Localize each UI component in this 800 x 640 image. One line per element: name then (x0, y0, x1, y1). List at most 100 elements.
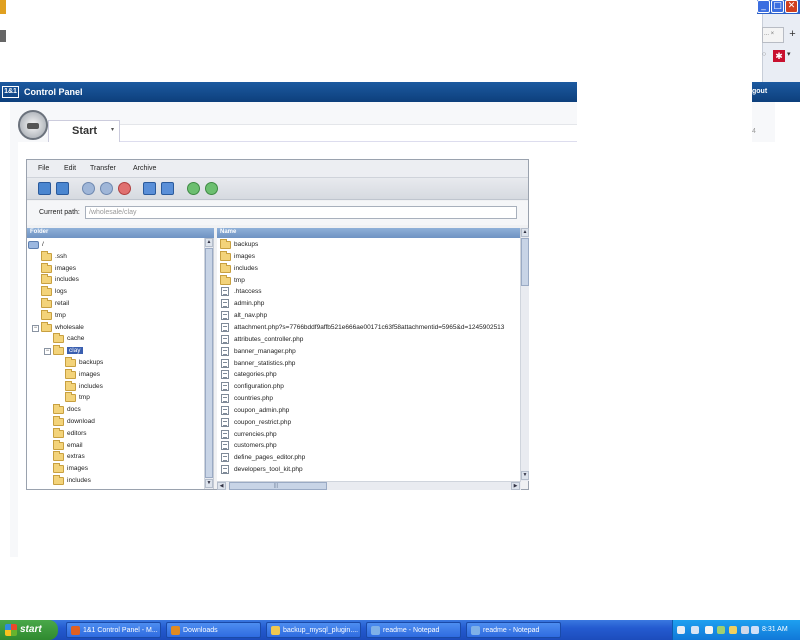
scroll-up-icon[interactable]: ▲ (521, 228, 529, 237)
tree-item[interactable]: download (53, 416, 202, 428)
tree-item[interactable]: images (53, 463, 202, 475)
file-list-scrollbar[interactable]: ▲ ▼ (520, 228, 529, 481)
file-row[interactable]: coupon_restrict.php (220, 417, 518, 429)
new-file-icon[interactable] (56, 182, 69, 195)
extract-icon[interactable] (205, 182, 218, 195)
folder-icon (220, 239, 231, 249)
delete-icon[interactable] (118, 182, 131, 195)
tree-item[interactable]: includes (65, 380, 202, 393)
file-row[interactable]: attachment.php?s=7766bddf9affb521e666ae0… (220, 322, 518, 334)
file-row[interactable]: images (220, 250, 518, 263)
file-row[interactable]: define_pages_editor.php (220, 453, 518, 464)
file-row[interactable]: configuration.php (220, 382, 518, 393)
close-button[interactable]: ✕ (785, 0, 798, 13)
taskbar-item[interactable]: 1&1 Control Panel - M... (66, 622, 161, 638)
tree-item[interactable]: logs (41, 286, 202, 298)
tree-item[interactable]: / (28, 240, 202, 251)
scroll-up-icon[interactable]: ▲ (205, 238, 213, 247)
addon-menu-caret[interactable]: ▾ (787, 50, 791, 58)
file-row[interactable]: admin.php (220, 299, 518, 310)
file-row[interactable]: currencies.php (220, 429, 518, 441)
upload-icon[interactable] (143, 182, 156, 195)
tree-item[interactable]: email (53, 439, 202, 452)
browser-tab[interactable]: ... × (762, 27, 784, 43)
tray-icon[interactable] (717, 626, 725, 634)
folder-column-header[interactable]: Folder (27, 228, 214, 238)
file-row[interactable]: coupon_admin.php (220, 405, 518, 417)
scroll-thumb[interactable] (205, 248, 213, 478)
tree-item[interactable]: backups (65, 357, 202, 369)
file-row[interactable]: .htaccess (220, 287, 518, 298)
tree-item[interactable]: − clay (44, 345, 202, 357)
menu-edit[interactable]: Edit (64, 165, 76, 172)
tree-item[interactable]: docs (53, 404, 202, 416)
scroll-down-icon[interactable]: ▼ (521, 471, 529, 480)
taskbar-item[interactable]: readme - Notepad (366, 622, 461, 638)
start-button[interactable]: start (0, 620, 58, 640)
tree-scrollbar[interactable]: ▲ ▼ (204, 238, 213, 489)
path-input[interactable]: /wholesale/clay (85, 206, 517, 219)
tree-item[interactable]: cache (53, 333, 202, 345)
start-label[interactable]: Start (72, 125, 97, 137)
file-row[interactable]: categories.php (220, 370, 518, 381)
scroll-right-icon[interactable]: ▶ (511, 482, 520, 490)
scroll-left-icon[interactable]: ◀ (217, 482, 226, 490)
tray-icon[interactable] (751, 626, 759, 634)
file-row[interactable]: countries.php (220, 394, 518, 405)
toolbar-misc-icon[interactable]: ○ (762, 51, 766, 58)
file-row[interactable]: customers.php (220, 441, 518, 452)
file-row[interactable]: tmp (220, 274, 518, 287)
tree-item[interactable]: retail (41, 298, 202, 310)
tree-item[interactable]: includes (53, 475, 202, 487)
move-icon[interactable] (100, 182, 113, 195)
copy-icon[interactable] (82, 182, 95, 195)
name-column-header[interactable]: Name (217, 228, 528, 238)
download-icon[interactable] (161, 182, 174, 195)
tree-item[interactable]: images (41, 262, 202, 275)
file-row[interactable]: developers_tool_kit.php (220, 465, 518, 476)
tree-item[interactable]: includes (41, 274, 202, 286)
menu-file[interactable]: File (38, 165, 49, 172)
new-folder-icon[interactable] (38, 182, 51, 195)
volume-icon[interactable] (729, 626, 737, 634)
menu-transfer[interactable]: Transfer (90, 165, 116, 172)
file-row[interactable]: alt_nav.php (220, 311, 518, 322)
maximize-button[interactable]: □ (771, 0, 784, 13)
file-row[interactable]: banner_statistics.php (220, 358, 518, 370)
addon-icon[interactable]: ✱ (773, 50, 785, 62)
collapse-icon[interactable]: − (44, 348, 51, 356)
taskbar: start 1&1 Control Panel - M... Downloads b… (0, 620, 800, 640)
taskbar-item[interactable]: Downloads (166, 622, 261, 638)
file-row[interactable]: attributes_controller.php (220, 334, 518, 346)
file-row[interactable]: banner_manager.php (220, 346, 518, 358)
file-row[interactable]: includes (220, 262, 518, 275)
tray-icon[interactable] (741, 626, 749, 634)
collapse-icon[interactable]: − (32, 324, 39, 332)
horizontal-scrollbar[interactable]: ◀ ||| ▶ (217, 481, 521, 490)
archive-icon[interactable] (187, 182, 200, 195)
tree-item[interactable]: images (65, 368, 202, 381)
file-row[interactable]: backups (220, 239, 518, 251)
tree-item[interactable]: extras (53, 451, 202, 463)
taskbar-item[interactable]: backup_mysql_plugin.... (266, 622, 361, 638)
tree-item[interactable]: tmp (41, 309, 202, 322)
chevron-down-icon[interactable]: ▾ (111, 126, 114, 133)
menu-archive[interactable]: Archive (133, 165, 156, 172)
taskbar-item-label: 1&1 Control Panel - M... (83, 627, 158, 634)
tree-item[interactable]: − wholesale (32, 321, 202, 334)
scroll-thumb[interactable]: ||| (229, 482, 327, 490)
network-icon[interactable] (705, 626, 713, 634)
tree-item[interactable]: .ssh (41, 250, 202, 263)
minimize-button[interactable]: _ (757, 0, 770, 13)
scroll-thumb[interactable] (521, 238, 529, 286)
scroll-down-icon[interactable]: ▼ (205, 479, 213, 488)
folder-icon (65, 357, 76, 367)
tree-item[interactable]: tmp (65, 392, 202, 404)
tree-item[interactable]: editors (53, 427, 202, 440)
tray-icon[interactable] (691, 626, 699, 634)
logout-link[interactable]: gout (752, 88, 767, 95)
taskbar-item[interactable]: readme - Notepad (466, 622, 561, 638)
help-icon[interactable] (677, 626, 685, 634)
folder-icon (41, 321, 52, 332)
new-tab-button[interactable]: + (786, 27, 799, 43)
